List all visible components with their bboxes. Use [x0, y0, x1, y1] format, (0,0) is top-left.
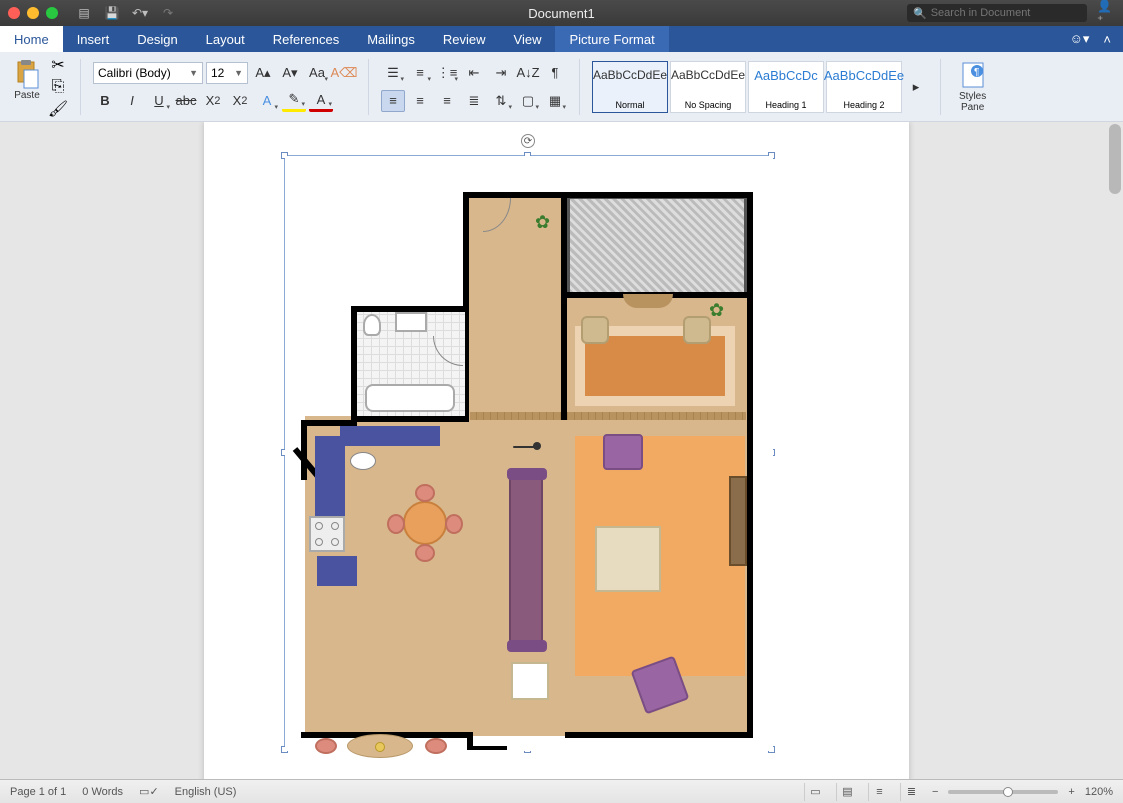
align-left-icon[interactable]: ≡	[381, 90, 405, 112]
style-normal[interactable]: AaBbCcDdEeNormal	[592, 61, 668, 113]
shrink-font-icon[interactable]: A▾	[278, 62, 302, 84]
style-heading-1[interactable]: AaBbCcDcHeading 1	[748, 61, 824, 113]
subscript-button[interactable]: X2	[201, 90, 225, 112]
superscript-button[interactable]: X2	[228, 90, 252, 112]
sort-icon[interactable]: A↓Z	[516, 62, 540, 84]
highlight-icon[interactable]: ✎▾	[282, 90, 306, 112]
styles-more-icon[interactable]: ▸	[904, 61, 928, 113]
zoom-in-icon[interactable]: +	[1068, 786, 1074, 798]
minimize-window-icon[interactable]	[27, 7, 39, 19]
paste-label: Paste	[14, 90, 40, 101]
bold-button[interactable]: B	[93, 90, 117, 112]
bullets-icon[interactable]: ☰▾	[381, 62, 405, 84]
paste-button[interactable]: Paste	[10, 56, 44, 105]
title-bar: ▤ 💾 ↶▾ ↷ Document1 🔍 👤⁺	[0, 0, 1123, 26]
share-icon[interactable]: 👤⁺	[1097, 5, 1113, 21]
tab-picture-format[interactable]: Picture Format	[555, 26, 668, 52]
cut-icon[interactable]: ✂	[48, 56, 68, 74]
font-color-icon[interactable]: A▾	[309, 90, 333, 112]
zoom-thumb[interactable]	[1003, 787, 1013, 797]
focus-view-icon[interactable]: ▭	[804, 783, 826, 801]
window-controls	[8, 7, 58, 19]
italic-button[interactable]: I	[120, 90, 144, 112]
web-layout-icon[interactable]: ≡	[868, 783, 890, 801]
text-effects-icon[interactable]: A▾	[255, 90, 279, 112]
maximize-window-icon[interactable]	[46, 7, 58, 19]
word-count[interactable]: 0 Words	[82, 786, 123, 798]
zoom-slider[interactable]	[948, 790, 1058, 794]
print-layout-icon[interactable]: ▤	[836, 783, 858, 801]
grow-font-icon[interactable]: A▴	[251, 62, 275, 84]
undo-icon[interactable]: ↶▾	[132, 5, 148, 21]
search-input[interactable]	[931, 7, 1081, 19]
font-name-combo[interactable]: Calibri (Body)▼	[93, 62, 203, 84]
save-icon[interactable]: 💾	[104, 5, 120, 21]
search-icon: 🔍	[913, 7, 927, 20]
collapse-ribbon-icon[interactable]: ˄	[1103, 32, 1111, 47]
tab-insert[interactable]: Insert	[63, 26, 124, 52]
align-center-icon[interactable]: ≡	[408, 90, 432, 112]
tab-mailings[interactable]: Mailings	[353, 26, 429, 52]
picture-selection[interactable]: ⟳	[284, 155, 772, 750]
styles-pane-button[interactable]: ¶ Styles Pane	[959, 61, 986, 113]
autosave-icon[interactable]: ▤	[76, 5, 92, 21]
close-window-icon[interactable]	[8, 7, 20, 19]
rotate-handle[interactable]: ⟳	[521, 134, 535, 148]
tab-design[interactable]: Design	[123, 26, 191, 52]
multilevel-list-icon[interactable]: ⋮≡▾	[435, 62, 459, 84]
style-gallery: AaBbCcDdEeNormal AaBbCcDdEeNo Spacing Aa…	[592, 61, 928, 113]
svg-text:¶: ¶	[974, 67, 979, 78]
language-indicator[interactable]: English (US)	[175, 786, 237, 798]
font-size-combo[interactable]: 12▼	[206, 62, 248, 84]
status-bar: Page 1 of 1 0 Words ▭✓ English (US) ▭ ▤ …	[0, 779, 1123, 803]
page-indicator[interactable]: Page 1 of 1	[10, 786, 66, 798]
tab-home[interactable]: Home	[0, 26, 63, 52]
document-canvas[interactable]: ⟳	[0, 122, 1123, 779]
line-spacing-icon[interactable]: ⇅▾	[489, 90, 513, 112]
underline-button[interactable]: U▾	[147, 90, 171, 112]
numbering-icon[interactable]: ≡▾	[408, 62, 432, 84]
show-marks-icon[interactable]: ¶	[543, 62, 567, 84]
tab-layout[interactable]: Layout	[192, 26, 259, 52]
floor-plan-image: ✿ ✿	[285, 156, 773, 751]
tab-view[interactable]: View	[500, 26, 556, 52]
redo-icon[interactable]: ↷	[160, 5, 176, 21]
justify-icon[interactable]: ≣	[462, 90, 486, 112]
clear-format-icon[interactable]: A⌫	[332, 62, 356, 84]
document-title: Document1	[528, 6, 594, 21]
ribbon-tabs: Home Insert Design Layout References Mai…	[0, 26, 1123, 52]
search-box[interactable]: 🔍	[907, 4, 1087, 22]
align-right-icon[interactable]: ≡	[435, 90, 459, 112]
format-painter-icon[interactable]: 🖌	[48, 100, 68, 118]
strikethrough-button[interactable]: abc	[174, 90, 198, 112]
change-case-icon[interactable]: Aa▾	[305, 62, 329, 84]
shading-icon[interactable]: ▢▾	[516, 90, 540, 112]
style-heading-2[interactable]: AaBbCcDdEeHeading 2	[826, 61, 902, 113]
decrease-indent-icon[interactable]: ⇤	[462, 62, 486, 84]
increase-indent-icon[interactable]: ⇥	[489, 62, 513, 84]
zoom-level[interactable]: 120%	[1085, 786, 1113, 798]
tab-review[interactable]: Review	[429, 26, 500, 52]
ribbon: Paste ✂ ⎘ 🖌 Calibri (Body)▼ 12▼ A▴ A▾ Aa…	[0, 52, 1123, 122]
spellcheck-icon[interactable]: ▭✓	[139, 785, 159, 798]
tab-references[interactable]: References	[259, 26, 353, 52]
copy-icon[interactable]: ⎘	[48, 78, 68, 96]
outline-view-icon[interactable]: ≣	[900, 783, 922, 801]
borders-icon[interactable]: ▦▾	[543, 90, 567, 112]
style-no-spacing[interactable]: AaBbCcDdEeNo Spacing	[670, 61, 746, 113]
zoom-out-icon[interactable]: −	[932, 786, 938, 798]
vertical-scrollbar[interactable]	[1109, 124, 1121, 194]
feedback-icon[interactable]: ☺▾	[1070, 31, 1090, 47]
